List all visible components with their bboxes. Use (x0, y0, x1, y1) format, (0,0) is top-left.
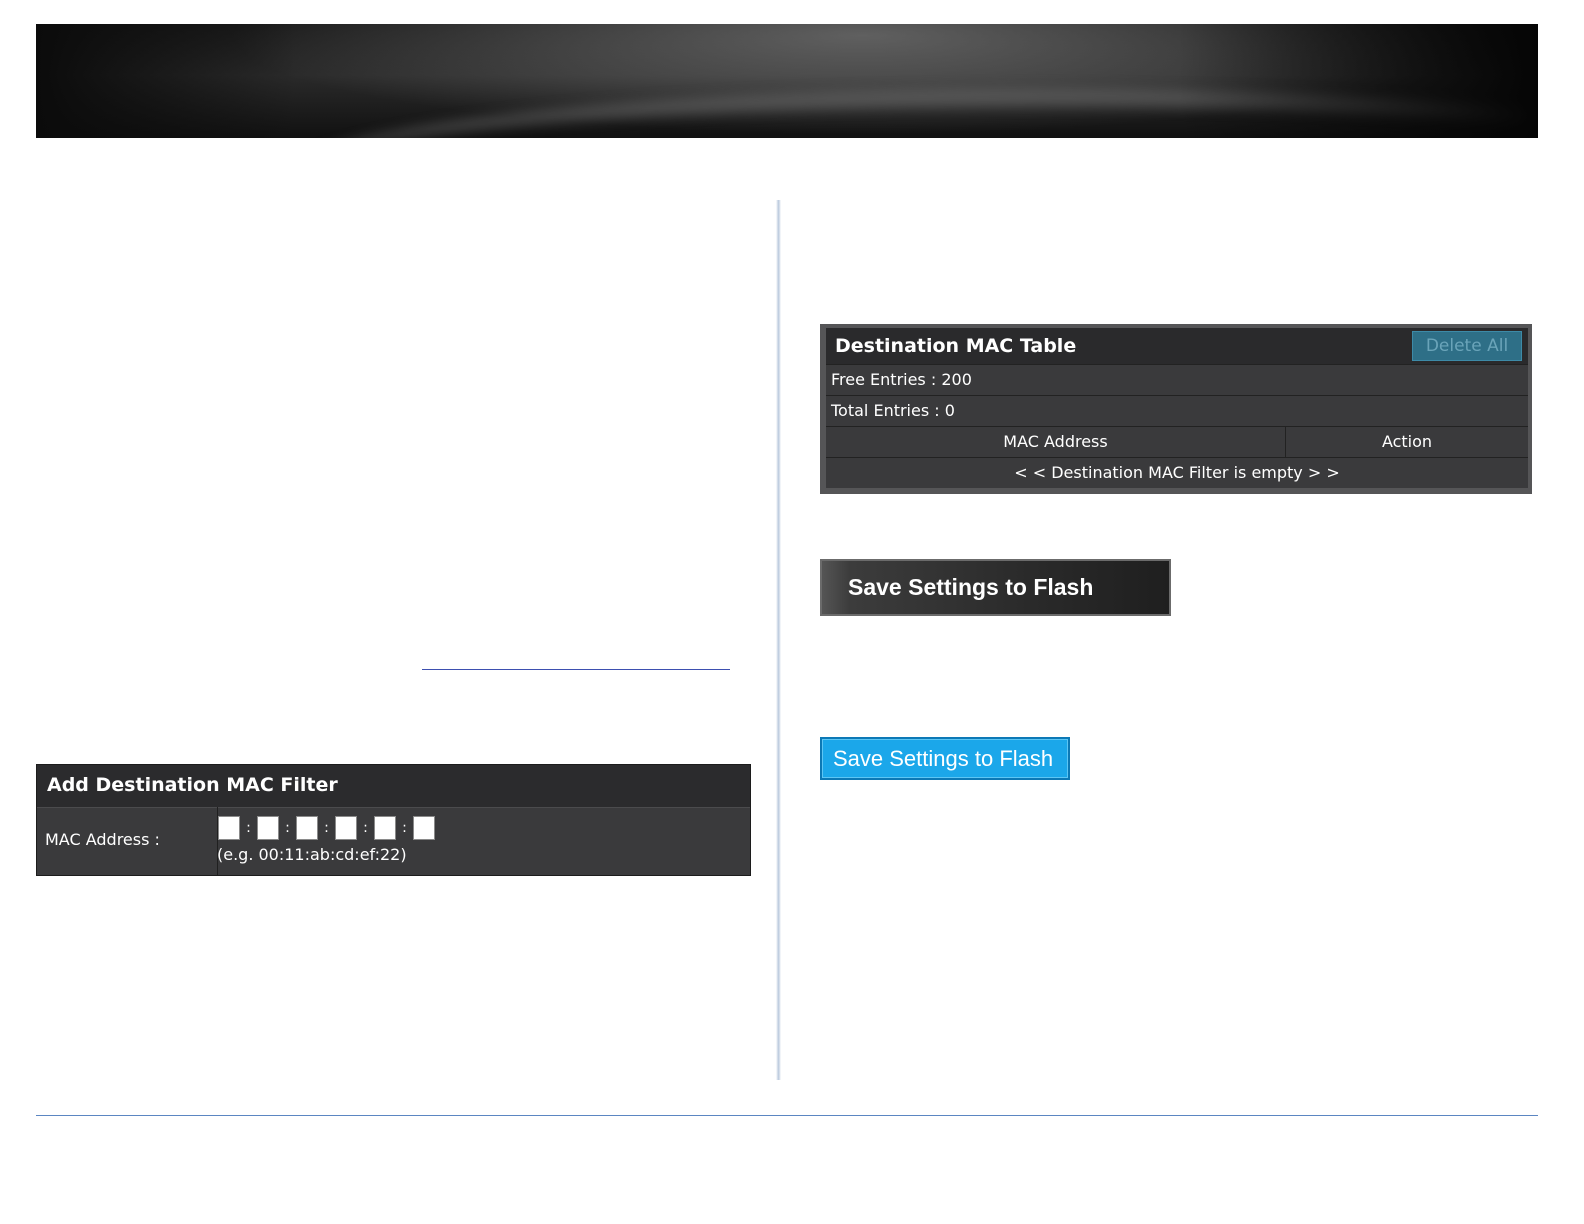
column-divider (776, 200, 781, 1080)
table-title: Destination MAC Table (835, 335, 1077, 357)
header-banner (36, 24, 1538, 138)
mac-separator: : (324, 820, 329, 836)
total-entries-row: Total Entries : 0 (826, 395, 1528, 426)
empty-table-message: < < Destination MAC Filter is empty > > (826, 457, 1528, 488)
table-header: Destination MAC Table Delete All (826, 328, 1528, 364)
save-settings-to-flash-button[interactable]: Save Settings to Flash (820, 737, 1070, 780)
table-column-headers: MAC Address Action (826, 426, 1528, 457)
mac-octet-3-input[interactable] (296, 816, 318, 840)
mac-octet-6-input[interactable] (413, 816, 435, 840)
mac-octet-1-input[interactable] (218, 816, 240, 840)
mac-octet-5-input[interactable] (374, 816, 396, 840)
mac-separator: : (285, 820, 290, 836)
hyperlink-underline[interactable] (422, 669, 730, 670)
mac-address-fields: ::::: (218, 816, 435, 840)
mac-separator: : (363, 820, 368, 836)
mac-address-label: MAC Address : (37, 807, 218, 875)
free-entries-row: Free Entries : 200 (826, 364, 1528, 395)
column-header-mac-address: MAC Address (826, 427, 1286, 457)
panel-title: Add Destination MAC Filter (37, 765, 750, 808)
mac-example-hint: (e.g. 00:11:ab:cd:ef:22) (217, 845, 407, 864)
banner-shade-left (36, 24, 296, 138)
mac-octet-4-input[interactable] (335, 816, 357, 840)
add-destination-mac-filter-panel: Add Destination MAC Filter MAC Address :… (36, 764, 751, 876)
mac-octet-2-input[interactable] (257, 816, 279, 840)
mac-separator: : (402, 820, 407, 836)
delete-all-button[interactable]: Delete All (1412, 331, 1522, 361)
mac-separator: : (246, 820, 251, 836)
footer-divider (36, 1115, 1538, 1116)
destination-mac-table: Destination MAC Table Delete All Free En… (820, 324, 1532, 494)
mac-address-row: MAC Address : ::::: (e.g. 00:11:ab:cd:ef… (37, 807, 750, 875)
banner-shade-right (1178, 24, 1538, 138)
column-header-action: Action (1381, 432, 1433, 451)
save-settings-to-flash-menu-button[interactable]: Save Settings to Flash (820, 559, 1171, 616)
